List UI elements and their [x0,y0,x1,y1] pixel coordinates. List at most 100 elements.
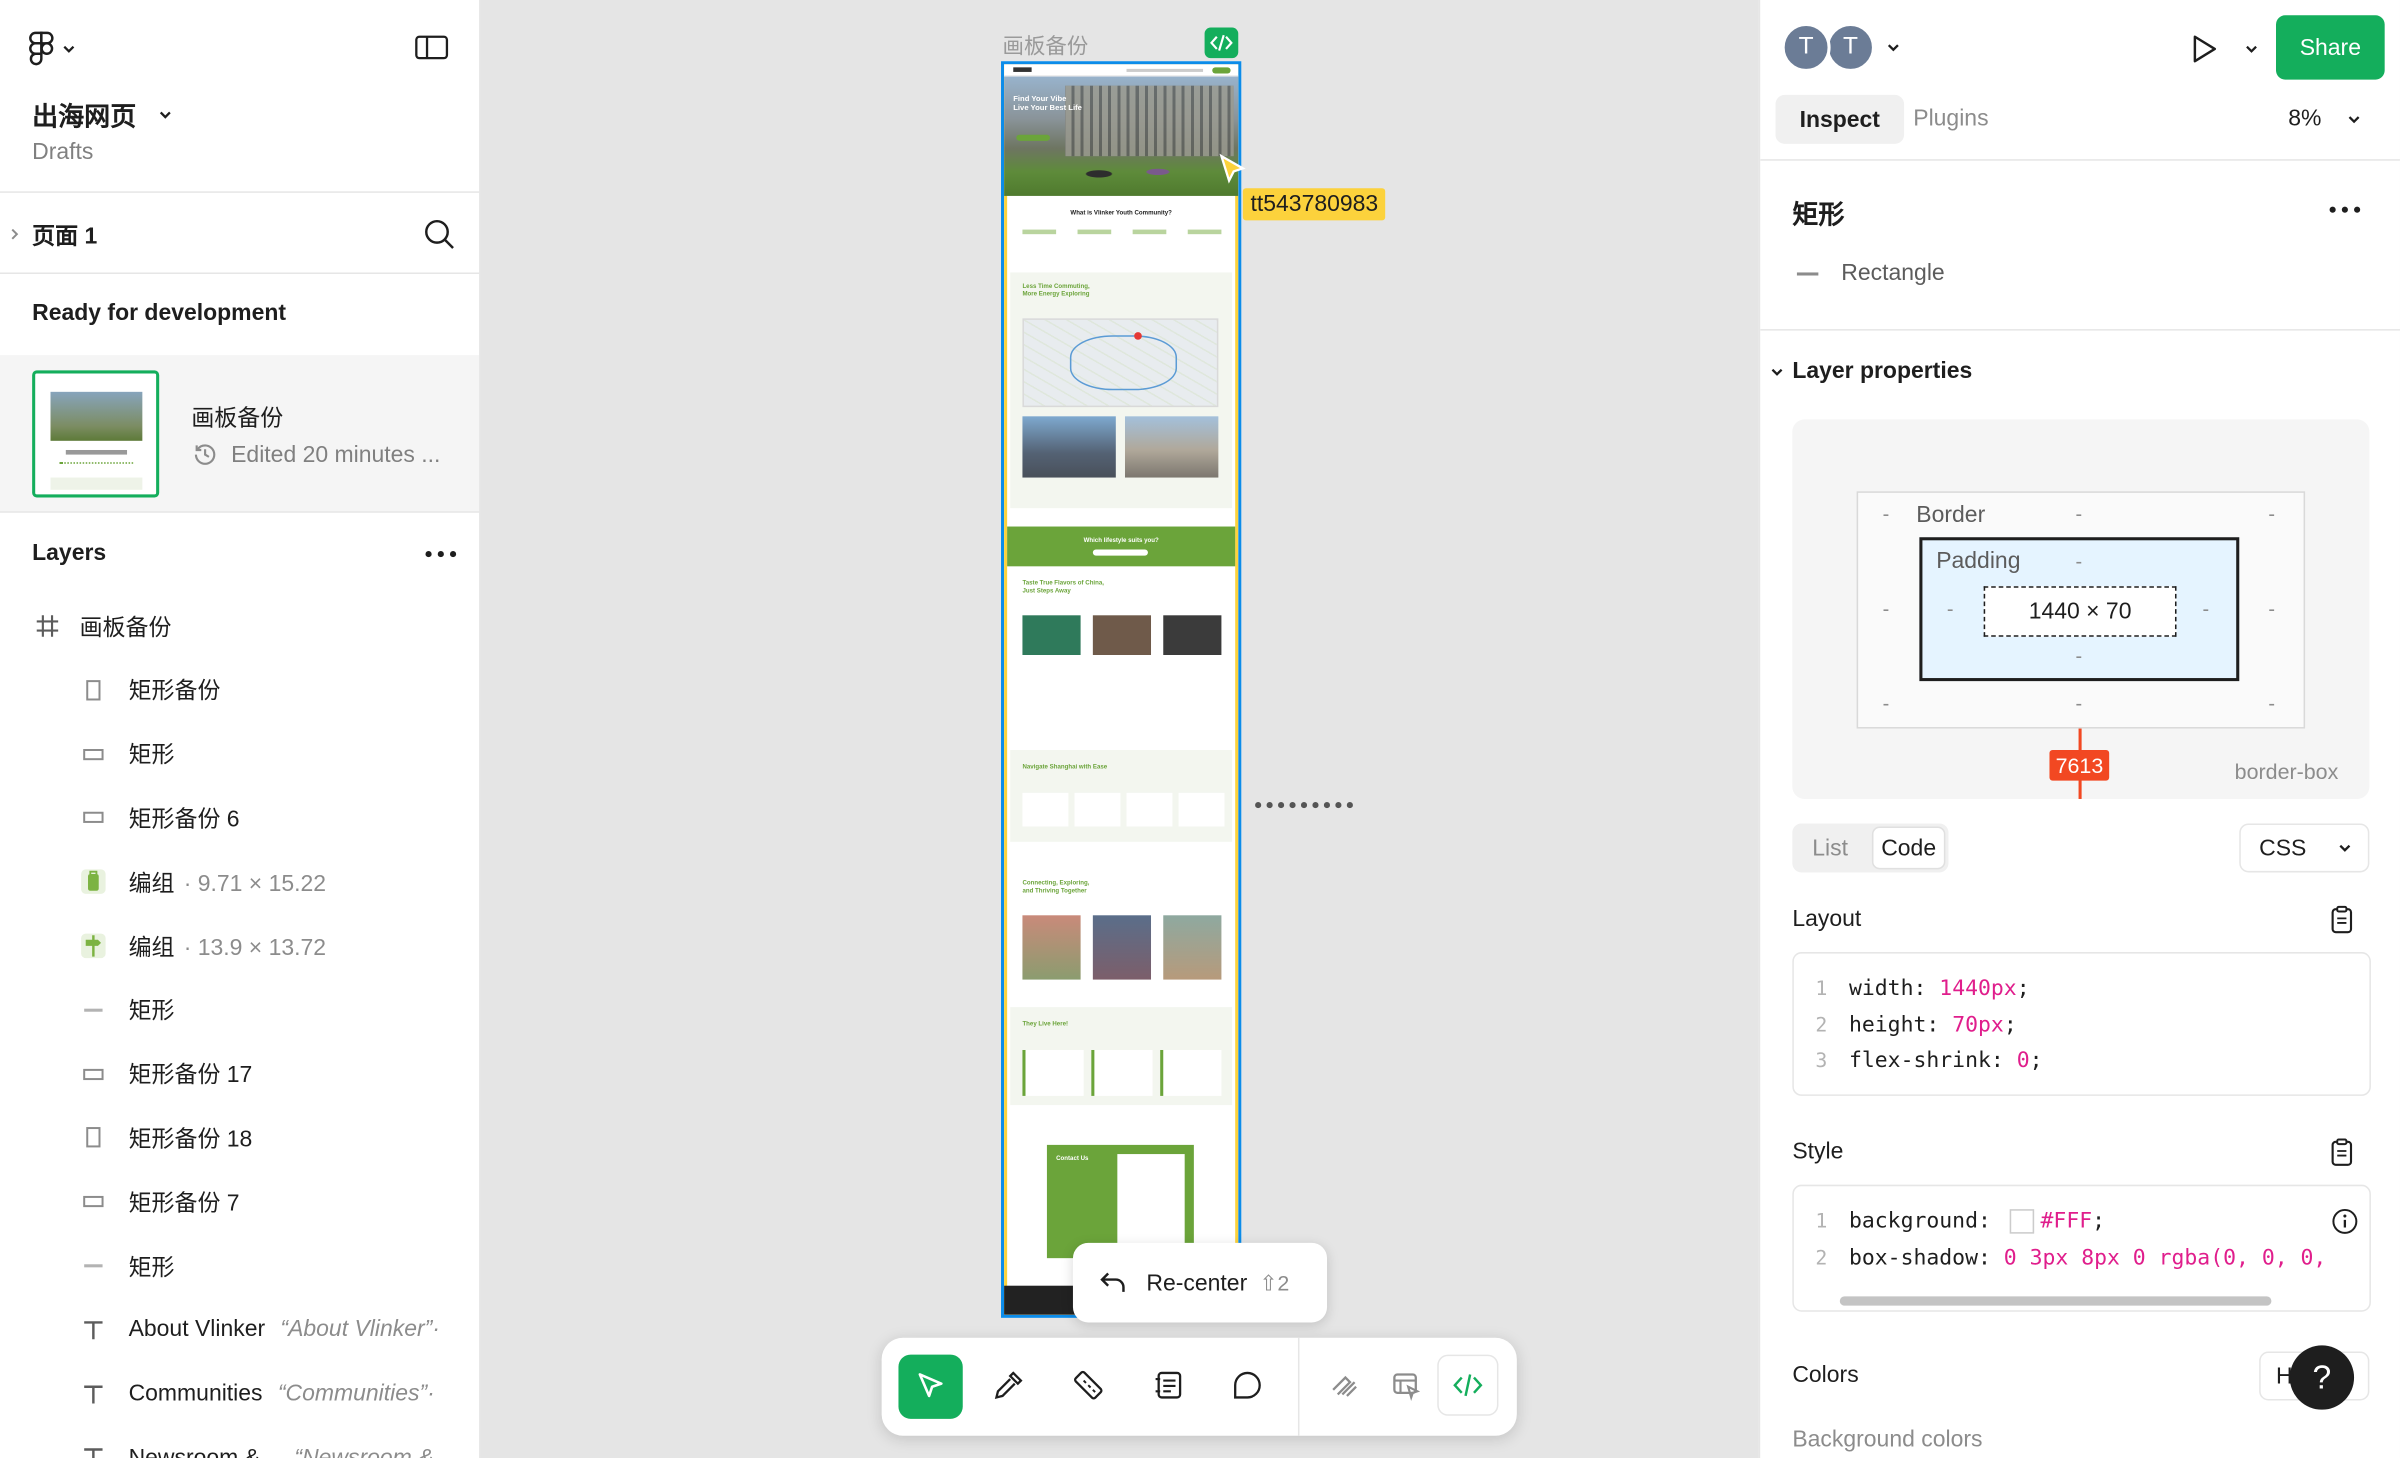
border-right-value: - [2268,596,2275,620]
frame-label[interactable]: 画板备份 [1003,31,1089,62]
ruler-tool-button[interactable] [1059,1356,1117,1414]
layer-name: 矩形备份 17 [129,1058,253,1090]
avatar[interactable]: T [1781,22,1831,72]
margin-right-top-value: - [2268,502,2275,525]
layer-row[interactable]: 画板备份 [0,594,479,658]
annotate-tool-button[interactable] [1139,1356,1197,1414]
layer-name: 矩形 [129,994,175,1026]
mock-navbar [1004,64,1239,77]
css-value: 1440px [1939,976,2017,1002]
mock-flavors-title: Taste True Flavors of China, Just Steps … [1022,578,1104,594]
mock-flavor-cards [1022,615,1222,726]
padding-right-value: - [2202,596,2210,620]
avatar[interactable]: T [1826,22,1875,72]
page-frame[interactable]: Find Your Vibe Live Your Best Life What … [1001,61,1242,1318]
layout-code[interactable]: 1 width: 1440px; 2 height: 70px; 3 flex-shr… [1792,952,2371,1096]
layer-row[interactable]: 矩形 [0,1234,479,1298]
draw-tool-button[interactable] [1316,1356,1374,1414]
toggle-sidebar-button[interactable] [413,32,450,63]
question-mark-icon: ? [2312,1357,2332,1396]
content-size: 1440 × 70 [1983,586,2177,637]
margin-bottom-left-value: - [1882,691,1890,715]
layer-row[interactable]: 矩形备份 6 [0,786,479,850]
mock-lifestyle-title: Which lifestyle suits you? [1083,535,1159,544]
layer-row[interactable]: Newsroom &... “Newsroom &... [0,1426,479,1458]
semicolon: ; [2016,976,2030,1002]
chevron-down-icon [159,110,171,118]
layer-row[interactable]: Communities “Communities”· [0,1362,479,1426]
layer-row[interactable]: 矩形备份 [0,658,479,722]
return-arrow-icon [1100,1272,1125,1292]
code-line: 3 flex-shrink: 0; [1794,1044,2042,1078]
layer-label: 矩形备份 7 [128,1190,240,1217]
layer-row[interactable]: 矩形备份 17 [0,1042,479,1106]
dev-resources-tool-button[interactable] [1378,1356,1436,1414]
dev-mode-frame-badge[interactable] [1204,27,1239,59]
comment-tool-button[interactable] [1218,1356,1276,1414]
more-horizontal-icon[interactable] [2327,196,2364,224]
main-menu-button[interactable] [28,28,89,71]
zoom-level-label: 8% [2288,105,2322,132]
layer-properties-title[interactable]: Layer properties [1792,358,1972,384]
search-layers-button[interactable] [422,217,459,254]
code-view-button[interactable]: Code [1871,826,1946,870]
ready-section-title: Ready for development [32,299,287,327]
clipboard-icon[interactable] [2328,1137,2356,1168]
thumbnail-text [65,449,128,455]
layer-row[interactable]: 矩形 [0,978,479,1042]
signpost-group-icon [80,932,108,960]
mock-section-commute: Less Time Commuting, More Energy Explori… [1010,272,1233,509]
clipboard-icon[interactable] [2328,905,2356,936]
layer-row[interactable]: 矩形备份 7 [0,1170,479,1234]
line-number: 2 [1815,1014,1828,1037]
code-scrollbar[interactable] [1839,1296,2272,1306]
layer-label: 画板备份 [79,614,172,641]
css-value: 0 [2016,1048,2030,1073]
history-icon [194,444,216,465]
code-icon [1210,34,1233,51]
layer-row[interactable]: 矩形备份 18 [0,1106,479,1170]
file-name[interactable]: 出海网页 [32,95,173,133]
mock-event-photos [1022,915,1222,980]
style-code[interactable]: 1 background: #FFF; 2 box-shadow: 0 3px 8p… [1792,1184,2371,1312]
css-property: flex-shrink: [1848,1048,2004,1073]
list-view-button[interactable]: List [1812,836,1848,862]
mock-commute-title: Less Time Commuting, More Energy Explori… [1022,281,1090,297]
layer-row[interactable]: 编组 · 13.9 × 13.72 [0,914,479,978]
rectangle-wide-icon [80,804,108,832]
layers-more-button[interactable] [422,539,459,570]
divider [0,191,480,193]
tab-inspect[interactable]: Inspect [1775,94,1905,144]
mock-navigate-title: Navigate Shanghai with Ease [1022,762,1108,770]
chevron-down-icon[interactable] [1886,40,1901,55]
play-icon[interactable] [2187,32,2221,66]
page-selector[interactable]: 页面 1 [0,208,398,260]
code-tool-button[interactable] [1438,1356,1497,1415]
ready-frame-row[interactable]: 画板备份 Edited 20 minutes ... [0,355,480,512]
share-button[interactable]: Share [2276,15,2385,80]
layer-row[interactable]: 编组 · 9.71 × 15.22 [0,850,479,914]
canvas[interactable]: 画板备份 Find Your Vibe Live Your Best Life … [480,0,1759,1458]
layer-row[interactable]: About Vlinker “About Vlinker”· [0,1298,479,1362]
chevron-down-icon[interactable] [1769,364,1784,379]
chevron-down-icon[interactable] [2244,41,2259,56]
layer-name: About Vlinker “About Vlinker”· [129,1317,440,1343]
zoom-level[interactable]: 8% [2288,106,2361,132]
move-tool-button[interactable] [898,1354,963,1419]
layer-name: 编组 · 13.9 × 13.72 [129,930,326,962]
layer-row[interactable]: 矩形 [0,722,479,786]
mock-contact-title: Contact Us [1056,1154,1089,1162]
info-icon[interactable] [2331,1208,2359,1236]
border-box: Border - - - - - - - - Padding - - - - 1… [1856,491,2306,729]
eyedropper-icon [994,1371,1023,1400]
scribble-icon [1332,1375,1357,1397]
rectangle-wide-icon [80,1188,108,1216]
tab-plugins[interactable]: Plugins [1913,106,1988,132]
recenter-button[interactable]: Re-center ⇧2 [1072,1242,1328,1323]
language-select[interactable]: CSS [2239,823,2370,873]
layer-label: 矩形备份 6 [128,806,240,833]
code-line: 1 background: #FFF; [1794,1205,2105,1239]
eyedropper-tool-button[interactable] [980,1356,1038,1414]
padding-bottom-value: - [2075,644,2083,668]
help-button[interactable]: ? [2289,1345,2355,1410]
